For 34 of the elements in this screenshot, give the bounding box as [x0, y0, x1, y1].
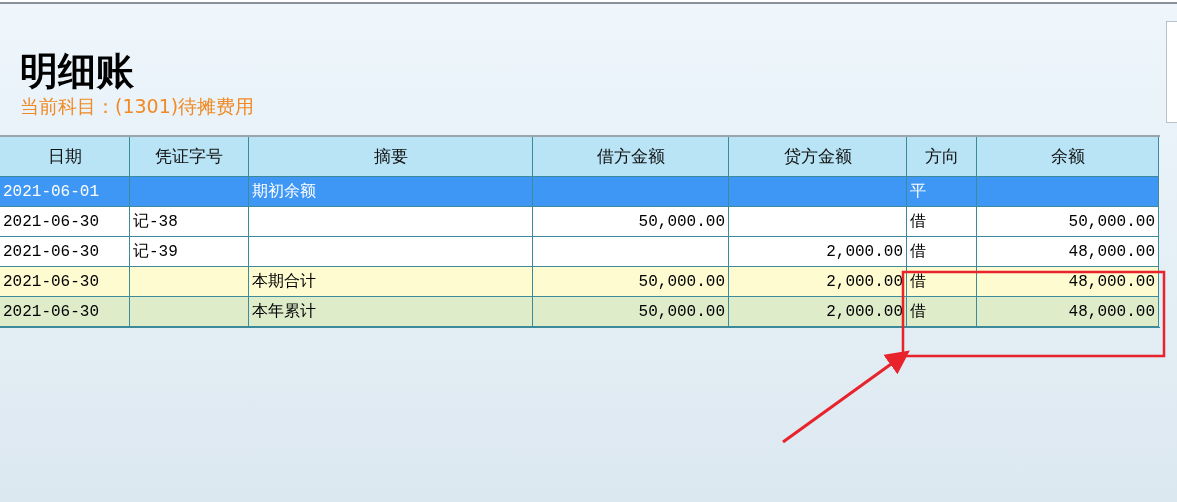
table-cell: 平: [907, 177, 977, 207]
table-cell: 50,000.00: [533, 267, 729, 297]
table-cell: 48,000.00: [977, 267, 1159, 297]
column-header[interactable]: 借方金额: [533, 137, 729, 177]
table-cell: 2021-06-01: [0, 177, 130, 207]
current-account-label: 当前科目：(1301)待摊费用: [20, 94, 255, 118]
column-header[interactable]: 日期: [0, 137, 130, 177]
page-title: 明细账: [20, 48, 135, 94]
table-cell: 记-38: [130, 207, 249, 237]
column-header[interactable]: 凭证字号: [130, 137, 249, 177]
table-cell: 2021-06-30: [0, 207, 130, 237]
table-cell: 48,000.00: [977, 237, 1159, 267]
table-cell: 本年累计: [249, 297, 533, 327]
column-header[interactable]: 余额: [977, 137, 1159, 177]
table-cell: 借: [907, 237, 977, 267]
table-cell: 50,000.00: [533, 207, 729, 237]
table-cell: 2,000.00: [729, 267, 907, 297]
table-cell: 本期合计: [249, 267, 533, 297]
table-cell: 记-39: [130, 237, 249, 267]
table-cell: 50,000.00: [977, 207, 1159, 237]
table-cell: 2021-06-30: [0, 267, 130, 297]
table-cell: 借: [907, 207, 977, 237]
table-cell: 2021-06-30: [0, 237, 130, 267]
column-header[interactable]: 方向: [907, 137, 977, 177]
table-cell: 2021-06-30: [0, 297, 130, 327]
column-header[interactable]: 贷方金额: [729, 137, 907, 177]
table-cell: 借: [907, 267, 977, 297]
table-cell: 48,000.00: [977, 297, 1159, 327]
table-cell: 期初余额: [249, 177, 533, 207]
table-cell: 2,000.00: [729, 237, 907, 267]
table-cell: 50,000.00: [533, 297, 729, 327]
column-header[interactable]: 摘要: [249, 137, 533, 177]
table-cell: 2,000.00: [729, 297, 907, 327]
table-cell: 借: [907, 297, 977, 327]
